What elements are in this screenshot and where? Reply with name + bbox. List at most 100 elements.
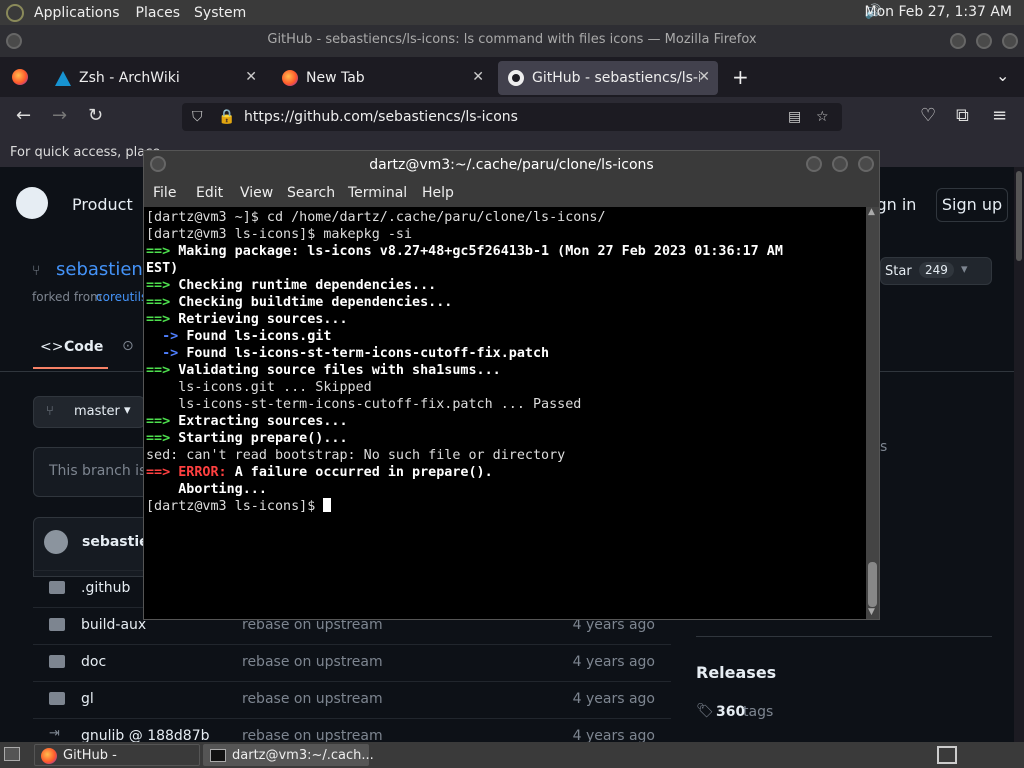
tag-icon: 🏷 bbox=[696, 703, 714, 719]
github-icon bbox=[508, 70, 524, 86]
terminal-line: ==> Checking buildtime dependencies... bbox=[146, 295, 453, 310]
folder-icon bbox=[49, 581, 65, 594]
taskbar-item-label: dartz@vm3:~/.cach... bbox=[232, 748, 374, 763]
terminal-line: Aborting... bbox=[146, 482, 267, 497]
new-tab-icon[interactable]: + bbox=[732, 65, 749, 89]
close-tab-icon[interactable]: ✕ bbox=[472, 69, 484, 85]
system-menu[interactable]: System bbox=[194, 5, 246, 21]
menu-edit[interactable]: Edit bbox=[196, 185, 223, 201]
file-row[interactable]: gl rebase on upstream 4 years ago bbox=[33, 681, 671, 718]
tags-count[interactable]: 360 bbox=[716, 704, 745, 720]
shield-icon[interactable]: ⛉ bbox=[192, 103, 203, 131]
gnome-foot-icon[interactable] bbox=[6, 3, 24, 22]
star-dropdown-icon[interactable]: ▾ bbox=[961, 262, 968, 277]
nav-product[interactable]: Product bbox=[72, 195, 133, 214]
commit-time: 4 years ago bbox=[572, 654, 655, 670]
terminal-line: ls-icons-st-term-icons-cutoff-fix.patch … bbox=[146, 397, 582, 412]
scroll-up-icon[interactable]: ▲ bbox=[868, 207, 875, 217]
terminal-scrollbar[interactable]: ▲ ▼ bbox=[866, 207, 879, 619]
folder-icon bbox=[49, 655, 65, 668]
window-menu-icon[interactable] bbox=[6, 33, 22, 49]
menu-view[interactable]: View bbox=[240, 185, 273, 201]
github-logo-icon[interactable] bbox=[16, 187, 48, 219]
repo-name[interactable]: sebastien bbox=[56, 259, 143, 280]
menu-terminal[interactable]: Terminal bbox=[348, 185, 407, 201]
scroll-down-icon[interactable]: ▼ bbox=[868, 607, 875, 617]
desktop: Applications Places System 🔊 Mon Feb 27,… bbox=[0, 0, 1024, 768]
taskbar-item-firefox[interactable]: GitHub - sebastienc... bbox=[34, 744, 200, 766]
terminal-menubar: File Edit View Search Terminal Help bbox=[144, 179, 879, 207]
terminal-title: dartz@vm3:~/.cache/paru/clone/ls-icons bbox=[369, 157, 654, 173]
releases-heading[interactable]: Releases bbox=[696, 663, 776, 682]
forward-icon[interactable]: → bbox=[52, 105, 67, 126]
taskbar-item-terminal[interactable]: dartz@vm3:~/.cach... bbox=[203, 744, 374, 766]
terminal-scrollbar-thumb[interactable] bbox=[868, 562, 877, 607]
minimize-icon[interactable] bbox=[950, 33, 966, 49]
close-tab-icon[interactable]: ✕ bbox=[698, 69, 710, 85]
terminal-line: ==> ERROR: A failure occurred in prepare… bbox=[146, 465, 493, 480]
file-name[interactable]: doc bbox=[81, 654, 106, 670]
avatar[interactable] bbox=[44, 530, 68, 554]
chevron-down-icon[interactable]: ⌄ bbox=[996, 66, 1009, 85]
places-menu[interactable]: Places bbox=[136, 5, 181, 21]
firefox-titlebar: GitHub - sebastiencs/ls-icons: ls comman… bbox=[0, 25, 1024, 57]
back-icon[interactable]: ← bbox=[16, 105, 31, 126]
forked-from-link[interactable]: coreutils bbox=[96, 290, 147, 304]
maximize-icon[interactable] bbox=[832, 156, 848, 172]
tab-github[interactable]: GitHub - sebastiencs/ls-icon ✕ bbox=[498, 61, 718, 95]
applications-menu[interactable]: Applications bbox=[34, 5, 120, 21]
star-button[interactable]: Star 249 ▾ bbox=[880, 257, 992, 285]
show-desktop-icon[interactable] bbox=[4, 747, 20, 761]
menu-file[interactable]: File bbox=[153, 185, 176, 201]
terminal-titlebar[interactable]: dartz@vm3:~/.cache/paru/clone/ls-icons bbox=[144, 151, 879, 179]
reader-view-icon[interactable]: ▤ bbox=[788, 103, 801, 131]
close-tab-icon[interactable]: ✕ bbox=[245, 69, 257, 85]
page-scrollbar-thumb[interactable] bbox=[1016, 171, 1022, 261]
partial-text: s bbox=[880, 439, 888, 455]
firefox-view-icon[interactable] bbox=[12, 69, 28, 85]
close-window-icon[interactable] bbox=[858, 156, 874, 172]
bookmark-star-icon[interactable]: ☆ bbox=[816, 103, 829, 131]
workspace-switcher-icon[interactable] bbox=[937, 746, 957, 764]
file-row[interactable]: doc rebase on upstream 4 years ago bbox=[33, 644, 671, 681]
maximize-icon[interactable] bbox=[976, 33, 992, 49]
sign-up-button[interactable]: Sign up bbox=[936, 188, 1008, 222]
tab-code[interactable]: Code bbox=[64, 339, 103, 355]
tags-label[interactable]: tags bbox=[743, 704, 773, 720]
file-name[interactable]: gl bbox=[81, 691, 94, 707]
commit-message[interactable]: rebase on upstream bbox=[242, 654, 383, 670]
url-text[interactable]: https://github.com/sebastiencs/ls-icons bbox=[244, 103, 518, 131]
minimize-icon[interactable] bbox=[806, 156, 822, 172]
file-name[interactable]: build-aux bbox=[81, 617, 146, 633]
tab-new-tab[interactable]: New Tab ✕ bbox=[272, 61, 492, 95]
clock[interactable]: Mon Feb 27, 1:37 AM bbox=[865, 4, 1012, 20]
file-name[interactable]: .github bbox=[81, 580, 130, 596]
menu-help[interactable]: Help bbox=[422, 185, 454, 201]
commit-time: 4 years ago bbox=[572, 691, 655, 707]
sidebar-divider bbox=[696, 636, 992, 637]
hamburger-menu-icon[interactable]: ≡ bbox=[992, 105, 1007, 126]
repo-forked-icon: ⑂ bbox=[32, 263, 41, 279]
extensions-icon[interactable]: ⧉ bbox=[956, 105, 969, 126]
lock-icon[interactable]: 🔒 bbox=[218, 103, 235, 131]
firefox-icon bbox=[41, 748, 57, 764]
tab-label: GitHub - sebastiencs/ls-icon bbox=[532, 70, 700, 86]
branch-notice-text: This branch is bbox=[49, 463, 147, 479]
submodule-icon: ⇥ bbox=[49, 726, 60, 741]
pocket-icon[interactable]: ♡ bbox=[920, 105, 936, 126]
top-panel: Applications Places System 🔊 Mon Feb 27,… bbox=[0, 0, 1024, 25]
star-count: 249 bbox=[919, 262, 954, 278]
menu-search[interactable]: Search bbox=[287, 185, 335, 201]
issues-icon[interactable]: ⊙ bbox=[122, 338, 134, 354]
tab-label: Zsh - ArchWiki bbox=[79, 70, 180, 86]
terminal-cursor bbox=[323, 498, 332, 512]
commit-message[interactable]: rebase on upstream bbox=[242, 691, 383, 707]
tab-archwiki[interactable]: Zsh - ArchWiki ✕ bbox=[45, 61, 265, 95]
reload-icon[interactable]: ↻ bbox=[88, 105, 103, 126]
folder-icon bbox=[49, 692, 65, 705]
close-window-icon[interactable] bbox=[1002, 33, 1018, 49]
url-bar[interactable]: ⛉ 🔒 https://github.com/sebastiencs/ls-ic… bbox=[182, 103, 842, 131]
terminal-output[interactable]: [dartz@vm3 ~]$ cd /home/dartz/.cache/par… bbox=[144, 207, 866, 619]
window-menu-icon[interactable] bbox=[150, 156, 166, 172]
branch-select[interactable]: ⑂ master ▾ bbox=[33, 396, 145, 428]
